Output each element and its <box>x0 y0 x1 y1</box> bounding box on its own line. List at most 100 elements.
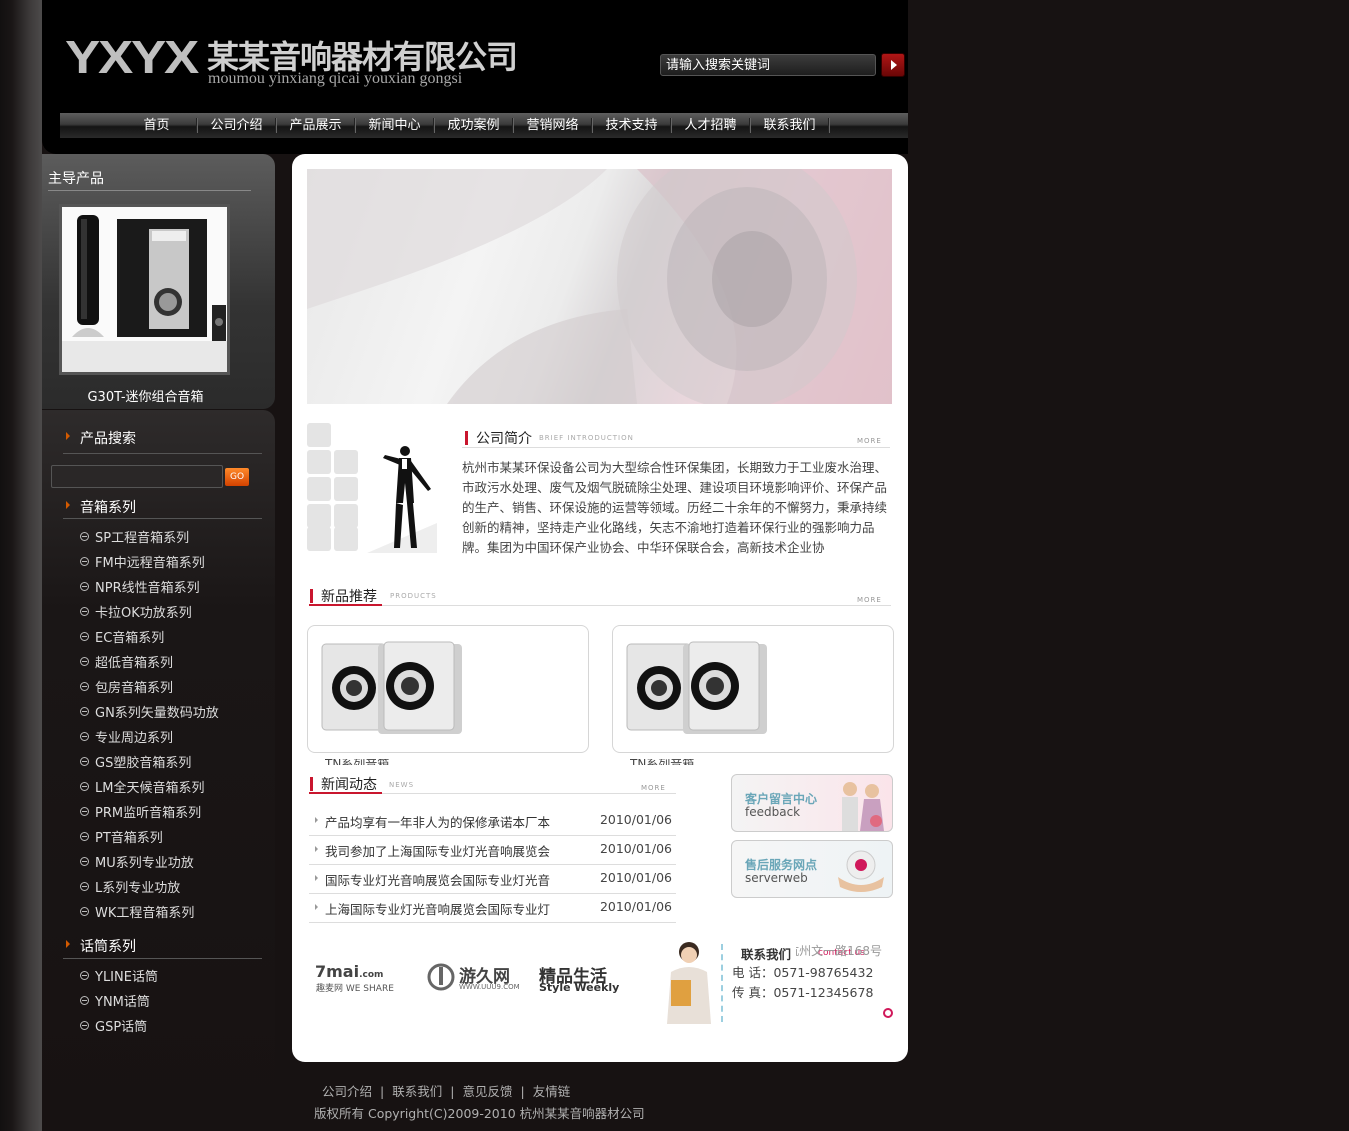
footer-link-about[interactable]: 公司介绍 <box>322 1084 372 1099</box>
divider <box>309 605 891 606</box>
divider <box>63 453 262 454</box>
product-card[interactable] <box>612 625 894 753</box>
product-search-input[interactable] <box>51 465 223 488</box>
news-item[interactable]: 上海国际专业灯光音响展览会国际专业灯 2010/01/06 <box>309 893 676 923</box>
sidebar-item[interactable]: MU系列专业功放 <box>80 854 194 874</box>
circle-minus-icon <box>80 632 89 641</box>
nav-home[interactable]: 首页 <box>117 113 196 138</box>
footer-link-feedback[interactable]: 意见反馈 <box>462 1084 512 1099</box>
nav-products[interactable]: 产品展示 <box>276 113 355 138</box>
sidebar-item[interactable]: 专业周边系列 <box>80 729 173 749</box>
speaker-series-title[interactable]: 音箱系列 <box>80 497 136 517</box>
circle-minus-icon <box>80 971 89 980</box>
nav-marketing[interactable]: 营销网络 <box>513 113 592 138</box>
divider <box>462 447 890 448</box>
news-item[interactable]: 产品均享有一年非人为的保修承诺本厂本 2010/01/06 <box>309 806 676 836</box>
title-marker <box>310 777 313 791</box>
contact-address: 地址：杭州文一路168号 <box>796 944 882 958</box>
speaker-pair-image <box>321 641 462 734</box>
circle-minus-icon <box>80 657 89 666</box>
circle-minus-icon <box>80 532 89 541</box>
partner-uuu9-sub: WWW.UUU9.COM <box>459 983 520 991</box>
businessman-image <box>307 423 437 553</box>
sidebar-item[interactable]: PT音箱系列 <box>80 829 163 849</box>
circle-minus-icon <box>80 732 89 741</box>
search-button[interactable] <box>881 53 905 77</box>
businessman-illustration <box>307 423 437 553</box>
circle-minus-icon <box>80 807 89 816</box>
product-name[interactable]: TN系列音箱 <box>630 759 694 765</box>
sidebar-item[interactable]: LM全天候音箱系列 <box>80 779 204 799</box>
intro-title-en: BRIEF INTRODUCTION <box>539 434 634 442</box>
sidebar-item[interactable]: 卡拉OK功放系列 <box>80 604 192 624</box>
sidebar-item[interactable]: YNM话筒 <box>80 993 150 1013</box>
left-shadow <box>0 0 42 1131</box>
title-marker <box>465 431 468 445</box>
title-underline <box>309 792 382 794</box>
product-name[interactable]: TN系列音箱 <box>325 759 389 765</box>
products-title-en: PRODUCTS <box>390 592 437 600</box>
service-subtitle: serverweb <box>745 871 808 885</box>
divider <box>63 518 262 519</box>
feedback-banner[interactable]: 客户留言中心 feedback <box>731 774 893 832</box>
products-more-link[interactable]: MORE <box>857 596 882 604</box>
arrow-right-icon <box>315 817 318 823</box>
copyright: 版权所有 Copyright(C)2009-2010 杭州某某音响器材公司 <box>314 1106 645 1121</box>
nav-jobs[interactable]: 人才招聘 <box>671 113 750 138</box>
sidebar-item[interactable]: EC音箱系列 <box>80 629 164 649</box>
news-item[interactable]: 我司参加了上海国际专业灯光音响展览会 2010/01/06 <box>309 835 676 865</box>
logo-en[interactable]: YXYX <box>65 30 199 84</box>
featured-product-image[interactable] <box>59 204 230 375</box>
nav-news[interactable]: 新闻中心 <box>355 113 434 138</box>
title-underline <box>309 604 382 606</box>
circle-minus-icon <box>80 607 89 616</box>
news-title-en: NEWS <box>389 781 415 789</box>
contact-phone: 电 话：0571-98765432 <box>732 965 874 980</box>
nav-about[interactable]: 公司介绍 <box>197 113 276 138</box>
footer-link-friends[interactable]: 友情链 <box>533 1084 571 1099</box>
intro-more-link[interactable]: MORE <box>857 437 882 445</box>
section-arrow-icon <box>66 501 70 509</box>
news-item[interactable]: 国际专业灯光音响展览会国际专业灯光音 2010/01/06 <box>309 864 676 894</box>
sidebar-item[interactable]: 包房音箱系列 <box>80 679 173 699</box>
sidebar-item[interactable]: PRM监听音箱系列 <box>80 804 201 824</box>
logo-pinyin: moumou yinxiang qicai youxian gongsi <box>208 70 463 87</box>
hero-banner <box>307 169 892 404</box>
section-arrow-icon <box>66 432 70 440</box>
receptionist-image <box>657 938 717 1024</box>
nav-contact[interactable]: 联系我们 <box>750 113 829 138</box>
speaker-set-image <box>62 207 227 372</box>
sidebar-item[interactable]: GSP话筒 <box>80 1018 147 1038</box>
products-title: 新品推荐 <box>321 589 377 605</box>
sidebar-item[interactable]: FM中远程音箱系列 <box>80 554 205 574</box>
contact-fax: 传 真：0571-12345678 <box>732 985 874 1000</box>
footer-link-contact[interactable]: 联系我们 <box>392 1084 442 1099</box>
news-more-link[interactable]: MORE <box>641 784 666 792</box>
product-card[interactable] <box>307 625 589 753</box>
search-input[interactable]: 请输入搜索关键词 <box>660 54 876 76</box>
partner-7mai-logo[interactable]: 7mai.com <box>315 962 383 981</box>
sidebar-item[interactable]: NPR线性音箱系列 <box>80 579 200 599</box>
main-nav: 首页 公司介绍 产品展示 新闻中心 成功案例 营销网络 技术支持 人才招聘 联系… <box>60 113 908 138</box>
sidebar-item[interactable]: GN系列矢量数码功放 <box>80 704 219 724</box>
footer-links: 公司介绍 | 联系我们 | 意见反馈 | 友情链 <box>322 1084 571 1099</box>
circle-minus-icon <box>80 682 89 691</box>
circle-minus-icon <box>80 582 89 591</box>
arrow-right-icon <box>315 904 318 910</box>
go-button[interactable]: GO <box>225 468 249 486</box>
sidebar-item[interactable]: YLINE话筒 <box>80 968 158 988</box>
circle-minus-icon <box>80 1021 89 1030</box>
contact-title: 联系我们 <box>741 947 792 962</box>
circle-minus-icon <box>80 757 89 766</box>
sidebar-item[interactable]: WK工程音箱系列 <box>80 904 194 924</box>
featured-product-name[interactable]: G30T-迷你组合音箱 <box>42 386 249 405</box>
sidebar-item[interactable]: 超低音箱系列 <box>80 654 173 674</box>
mic-series-title[interactable]: 话筒系列 <box>80 936 136 956</box>
sidebar-item[interactable]: L系列专业功放 <box>80 879 180 899</box>
feedback-subtitle: feedback <box>745 805 801 819</box>
service-banner[interactable]: 售后服务网点 serverweb <box>731 840 893 898</box>
nav-cases[interactable]: 成功案例 <box>434 113 513 138</box>
sidebar-item[interactable]: GS塑胶音箱系列 <box>80 754 191 774</box>
sidebar-item[interactable]: SP工程音箱系列 <box>80 529 189 549</box>
nav-support[interactable]: 技术支持 <box>592 113 671 138</box>
